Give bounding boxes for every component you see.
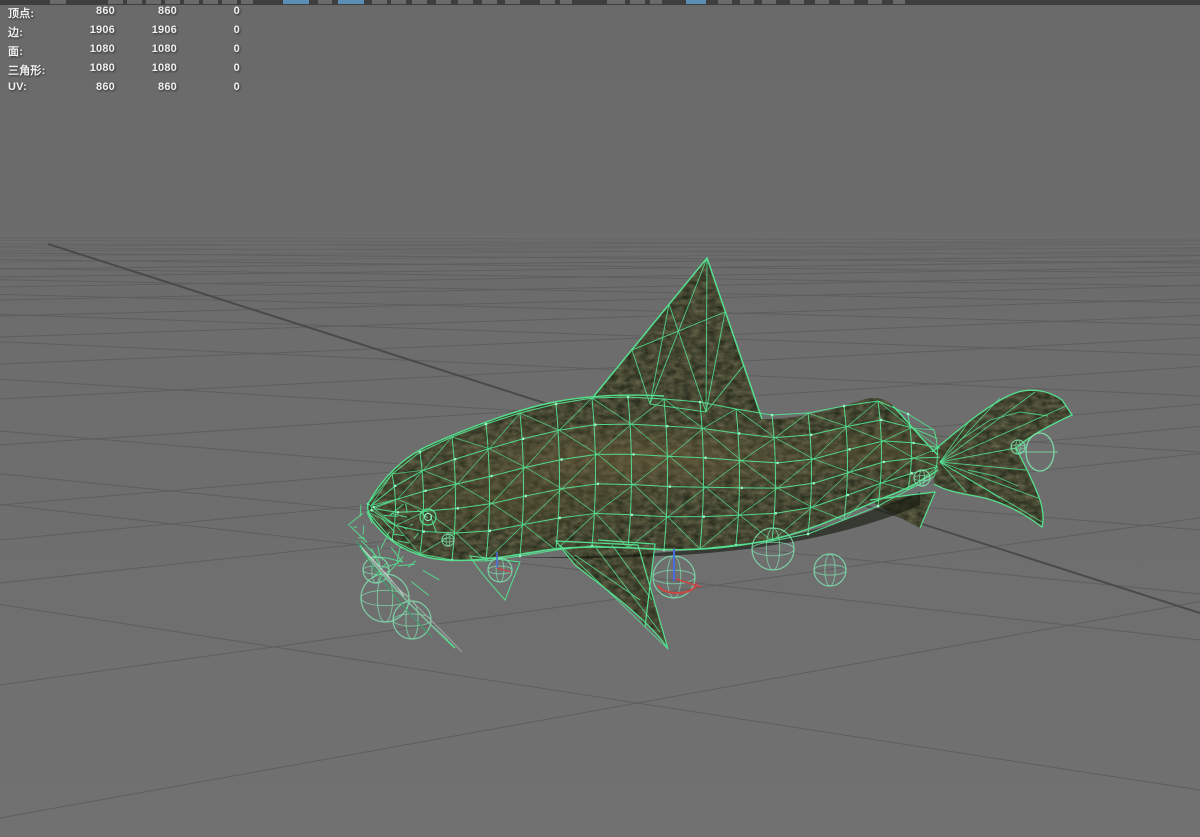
stats-value: 0 [233, 43, 240, 55]
stats-row-faces: 面: 1080 1080 0 [0, 41, 300, 60]
stats-value: 0 [233, 5, 240, 17]
toolbar-button-icon[interactable] [458, 0, 473, 4]
toolbar-button-icon[interactable] [607, 0, 625, 4]
toolbar-button-icon[interactable] [840, 0, 854, 4]
stats-value: 860 [96, 81, 115, 93]
stats-label: 顶点: [8, 8, 35, 20]
toolbar-button-icon[interactable] [436, 0, 451, 4]
stats-row-uv: UV: 860 860 0 [0, 79, 300, 98]
stats-label: 三角形: [8, 65, 46, 77]
toolbar-button-icon[interactable] [318, 0, 332, 4]
stats-row-vertices: 顶点: 860 860 0 [0, 3, 300, 22]
stats-value: 860 [158, 81, 177, 93]
toolbar-button-icon[interactable] [540, 0, 555, 4]
toolbar-button-icon[interactable] [762, 0, 776, 4]
toolbar-button-icon[interactable] [718, 0, 732, 4]
toolbar-button-icon[interactable] [505, 0, 520, 4]
toolbar-button-icon[interactable] [868, 0, 882, 4]
stats-value: 0 [233, 81, 240, 93]
toolbar-button-icon[interactable] [790, 0, 804, 4]
toolbar-active-button-icon[interactable] [338, 0, 364, 4]
stats-value: 860 [158, 5, 177, 17]
stats-value: 1906 [151, 24, 177, 36]
toolbar-button-icon[interactable] [560, 0, 572, 4]
stats-value: 860 [96, 5, 115, 17]
stats-label: 边: [8, 27, 24, 39]
stats-value: 1906 [89, 24, 115, 36]
toolbar-button-icon[interactable] [893, 0, 905, 4]
toolbar-button-icon[interactable] [412, 0, 427, 4]
toolbar-active-button-icon[interactable] [686, 0, 706, 4]
toolbar-button-icon[interactable] [372, 0, 387, 4]
viewport-3d[interactable] [0, 0, 1200, 837]
stats-value: 0 [233, 24, 240, 36]
stats-label: UV: [8, 81, 27, 93]
stats-row-triangles: 三角形: 1080 1080 0 [0, 60, 300, 79]
toolbar-button-icon[interactable] [815, 0, 829, 4]
stats-value: 0 [233, 62, 240, 74]
stats-label: 面: [8, 46, 24, 58]
toolbar-button-icon[interactable] [650, 0, 662, 4]
stats-value: 1080 [89, 62, 115, 74]
stats-value: 1080 [89, 43, 115, 55]
stats-row-edges: 边: 1906 1906 0 [0, 22, 300, 41]
poly-stats-overlay: 顶点: 860 860 0 边: 1906 1906 0 面: 1080 108… [0, 3, 300, 98]
toolbar-button-icon[interactable] [391, 0, 406, 4]
toolbar-button-icon[interactable] [482, 0, 497, 4]
stats-value: 1080 [151, 43, 177, 55]
toolbar-button-icon[interactable] [740, 0, 754, 4]
toolbar-button-icon[interactable] [630, 0, 645, 4]
stats-value: 1080 [151, 62, 177, 74]
